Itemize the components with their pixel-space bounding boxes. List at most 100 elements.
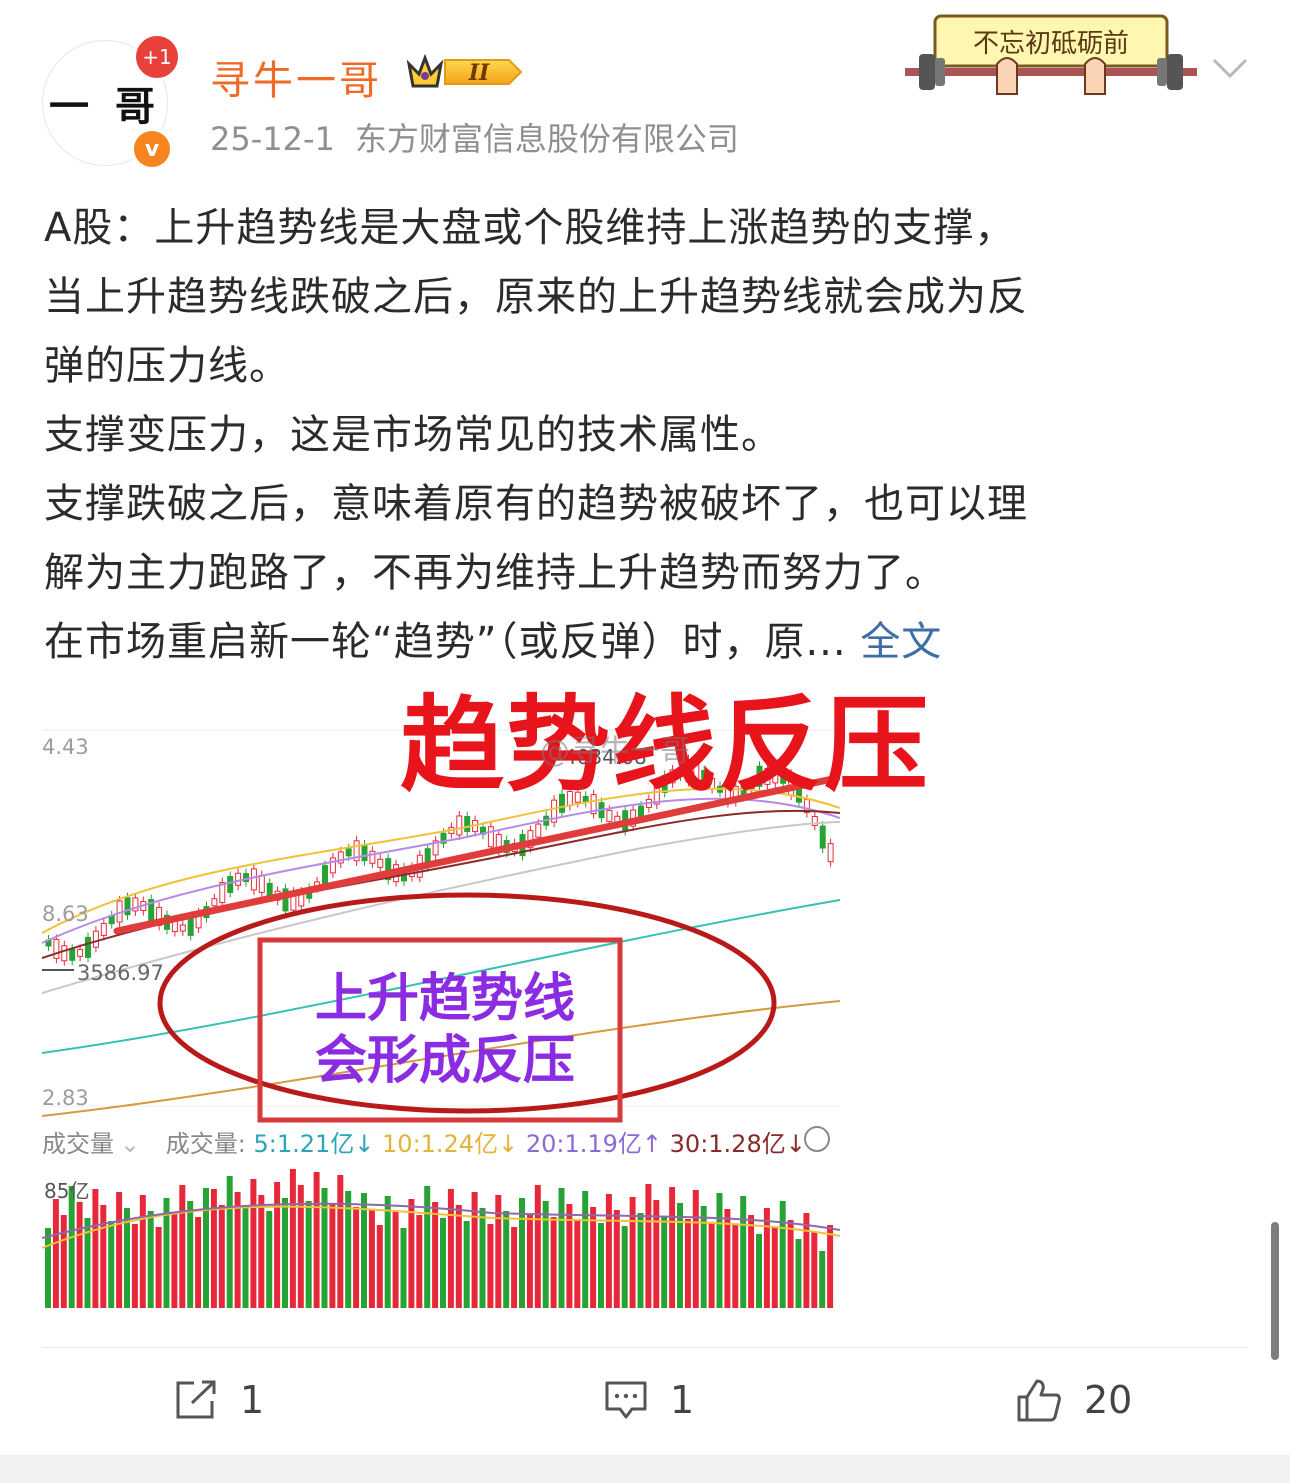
volume-bar [661, 1216, 668, 1308]
volume-bar [210, 1189, 217, 1308]
candle-body [227, 875, 234, 893]
crown-icon: II [406, 53, 523, 88]
candle-body [235, 872, 242, 886]
volume-bar [487, 1224, 494, 1308]
volume-bar [463, 1221, 470, 1308]
candle-body [85, 936, 91, 958]
volume-bar [289, 1169, 296, 1308]
volume-bar [218, 1205, 225, 1308]
comment-button[interactable]: 1 [604, 1372, 694, 1428]
post-source: 东方财富信息股份有限公司 [354, 120, 739, 158]
volume-bar [669, 1187, 676, 1308]
volume-bar [60, 1215, 67, 1308]
volume-bar [795, 1239, 802, 1308]
volume-dropdown: 成交量 [42, 1130, 114, 1158]
share-button[interactable]: 1 [174, 1372, 264, 1428]
candle-body [827, 843, 834, 863]
volume-bar [692, 1190, 699, 1308]
price-label: 2.83 [42, 1086, 89, 1110]
candle-body [61, 945, 68, 962]
volume-bar [171, 1214, 178, 1308]
volume-bar [416, 1215, 423, 1308]
volume-bar [258, 1195, 265, 1308]
volume-bar [139, 1195, 146, 1308]
share-count: 1 [240, 1378, 265, 1422]
annotation-box-text: 上升趋势线 会形成反压 [300, 968, 590, 1092]
volume-bar [495, 1195, 502, 1308]
candle-body [179, 924, 186, 932]
chevron-down-icon[interactable] [1210, 52, 1250, 82]
post-line: 支撑变压力，这是市场常见的技术属性。 [44, 412, 782, 458]
verified-icon: v [131, 128, 173, 170]
share-icon [176, 1380, 216, 1419]
volume-bar [779, 1201, 786, 1308]
volume-bar [811, 1232, 818, 1308]
post-line: 支撑跌破之后，意味着原有的趋势被破坏了，也可以理 [44, 481, 1028, 527]
volume-bar [195, 1217, 202, 1308]
volume-bar [440, 1218, 446, 1308]
volume-bar [629, 1197, 636, 1308]
volume-bar [787, 1220, 794, 1308]
volume-bar [203, 1188, 209, 1308]
volume-bar [368, 1209, 375, 1308]
plus-one-badge: +1 [134, 34, 180, 80]
volume-bar [234, 1192, 241, 1308]
volume-bar [684, 1219, 691, 1308]
volume-bar [179, 1185, 186, 1308]
volume-bar [266, 1211, 273, 1308]
username[interactable]: 寻牛一哥 [210, 48, 382, 106]
volume-bar [68, 1186, 75, 1308]
volume-bar [274, 1182, 281, 1308]
divider [42, 1347, 1248, 1348]
candle-body [124, 897, 131, 916]
candle-body [464, 816, 471, 833]
candle-body [266, 882, 273, 897]
level-badge-text: II [468, 60, 490, 86]
decoration-barbell-banner: 不忘初砥砺前 [905, 14, 1197, 95]
volume-bar [432, 1202, 439, 1308]
volume-bar [447, 1189, 454, 1308]
volume-bar [740, 1196, 747, 1308]
volume-bar [605, 1194, 612, 1308]
volume-bar [400, 1228, 407, 1308]
volume-bar [613, 1210, 620, 1308]
volume-bar [511, 1227, 518, 1308]
volume-bar [803, 1213, 810, 1308]
annotation-line: 上升趋势线 [314, 969, 575, 1029]
ma30-value: 30:1.28亿↓ [669, 1130, 806, 1158]
volume-bar [45, 1228, 51, 1308]
candle-body [77, 948, 84, 957]
level-label: 3586.97 [77, 961, 164, 985]
volume-bar [337, 1175, 344, 1308]
candle-body [69, 948, 76, 961]
volume-bar [250, 1179, 257, 1308]
volume-bar [187, 1201, 194, 1308]
volume-bar [353, 1207, 360, 1308]
volume-bar [408, 1199, 415, 1308]
volume-bar [242, 1208, 249, 1308]
volume-bar [558, 1188, 565, 1308]
volume-bar [598, 1223, 604, 1308]
bottom-separator [0, 1455, 1290, 1483]
volume-bar [819, 1251, 826, 1308]
like-icon [1017, 1379, 1061, 1422]
volume-bar [100, 1205, 107, 1308]
candle-body [322, 865, 328, 886]
candle-body [361, 844, 368, 862]
volume-bar [116, 1192, 123, 1308]
full-text-link[interactable]: 全文 [860, 619, 942, 665]
candle-body [377, 858, 384, 868]
scrollbar[interactable] [1271, 1222, 1279, 1360]
candle-body [100, 922, 107, 936]
ma20-value: 20:1.19亿↑ [525, 1130, 663, 1158]
volume-bar [313, 1172, 320, 1308]
candle-body [456, 815, 463, 836]
post-meta: 25-12-1 东方财富信息股份有限公司 [210, 114, 759, 160]
candle-body [345, 848, 352, 857]
ma10-value: 10:1.24亿↓ [382, 1130, 519, 1158]
banner-text: 不忘初砥砺前 [973, 29, 1129, 59]
volume-bar [76, 1202, 83, 1308]
candle-body [487, 826, 494, 848]
like-button[interactable]: 20 [1016, 1372, 1132, 1428]
settings-icon [804, 1126, 830, 1152]
